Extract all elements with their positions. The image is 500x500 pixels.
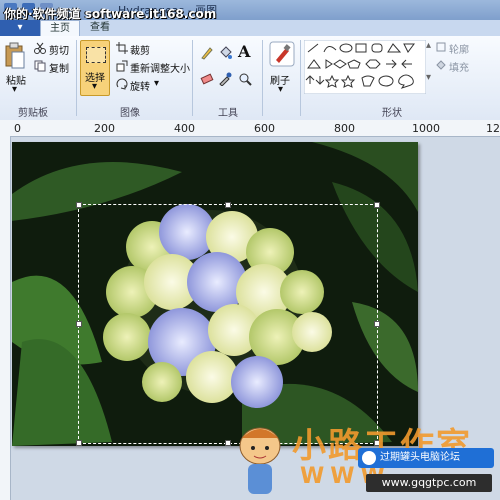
crop-icon[interactable] <box>116 42 128 54</box>
select-icon <box>86 47 106 63</box>
forum-logo-icon <box>362 451 376 465</box>
selection-handle[interactable] <box>76 440 82 446</box>
paste-dropdown[interactable]: ▾ <box>12 84 17 95</box>
paste-icon[interactable] <box>4 42 26 70</box>
rotate-icon[interactable] <box>116 78 128 90</box>
tools-group-label: 工具 <box>218 108 238 119</box>
forum-logo-badge: 过期罐头电脑论坛 <box>358 448 494 468</box>
brush-icon[interactable] <box>268 40 296 68</box>
cut-button[interactable]: 剪切 <box>49 42 69 57</box>
tab-home[interactable]: 主页 <box>40 20 80 36</box>
shapes-group-label: 形状 <box>382 108 402 119</box>
ruler-mark-1200: 1200 <box>486 122 500 135</box>
title-bar: Hydrangeas - 画图 你的·软件频道 software.it168.c… <box>0 0 500 21</box>
pencil-icon[interactable] <box>200 46 214 60</box>
color-picker-icon[interactable] <box>218 72 232 86</box>
selection-handle[interactable] <box>76 202 82 208</box>
forum-url: www.gqgtpc.com <box>366 474 492 492</box>
forum-name: 过期罐头电脑论坛 <box>380 452 460 463</box>
cartoon-mascot-logo <box>239 427 281 494</box>
select-dropdown: ▾ <box>92 81 98 92</box>
fill-bucket-icon[interactable] <box>218 46 232 60</box>
selection-rectangle[interactable] <box>76 202 380 446</box>
outline-button[interactable]: 轮廓 <box>449 41 469 56</box>
tab-file[interactable]: ▾ <box>0 20 40 36</box>
resize-icon[interactable] <box>116 60 128 72</box>
magnifier-icon[interactable] <box>238 72 252 86</box>
tab-view[interactable]: 查看 <box>82 20 118 36</box>
ruler-mark-400: 400 <box>174 122 195 135</box>
group-separator <box>192 40 193 116</box>
copy-icon[interactable] <box>34 60 46 72</box>
shapes-scroll[interactable]: ▴ <box>426 40 431 51</box>
shapes-more[interactable]: ▾ <box>426 72 431 83</box>
rotate-button[interactable]: 旋转 <box>130 78 150 93</box>
brushes-dropdown[interactable]: ▾ <box>278 84 283 95</box>
resize-button[interactable]: 重新调整大小 <box>130 60 190 75</box>
group-separator <box>76 40 77 116</box>
horizontal-ruler: 0 200 400 600 800 1000 1200 <box>0 120 500 137</box>
fill-button[interactable]: 填充 <box>449 59 469 74</box>
rotate-dropdown[interactable]: ▾ <box>154 78 159 89</box>
group-separator <box>300 40 301 116</box>
image-group-label: 图像 <box>120 108 140 119</box>
ruler-mark-0: 0 <box>14 122 21 135</box>
selection-handle[interactable] <box>374 321 380 327</box>
selection-handle[interactable] <box>76 321 82 327</box>
ruler-mark-800: 800 <box>334 122 355 135</box>
clipboard-group-label: 剪贴板 <box>18 108 48 119</box>
ruler-mark-600: 600 <box>254 122 275 135</box>
shapes-gallery[interactable] <box>304 40 426 94</box>
outline-icon[interactable] <box>436 42 446 52</box>
copy-button[interactable]: 复制 <box>49 60 69 75</box>
ruler-mark-200: 200 <box>94 122 115 135</box>
selection-handle[interactable] <box>225 440 231 446</box>
select-button[interactable]: 选择 ▾ <box>80 40 110 96</box>
file-menu-icon: ▾ <box>17 22 23 33</box>
fill-icon[interactable] <box>436 60 446 70</box>
cut-icon[interactable] <box>34 42 46 54</box>
text-tool-icon[interactable]: A <box>238 42 250 61</box>
vertical-ruler <box>0 136 11 500</box>
crop-button[interactable]: 裁剪 <box>130 42 150 57</box>
ribbon-tab-bar: ▾ 主页 查看 <box>0 20 500 36</box>
selection-handle[interactable] <box>374 202 380 208</box>
ruler-mark-1000: 1000 <box>412 122 440 135</box>
ribbon: 粘贴 ▾ 剪切 复制 剪贴板 选择 ▾ 裁剪 重新调整大小 旋转 ▾ 图像 A <box>0 36 500 121</box>
selection-handle[interactable] <box>225 202 231 208</box>
eraser-icon[interactable] <box>200 72 214 86</box>
group-separator <box>262 40 263 116</box>
